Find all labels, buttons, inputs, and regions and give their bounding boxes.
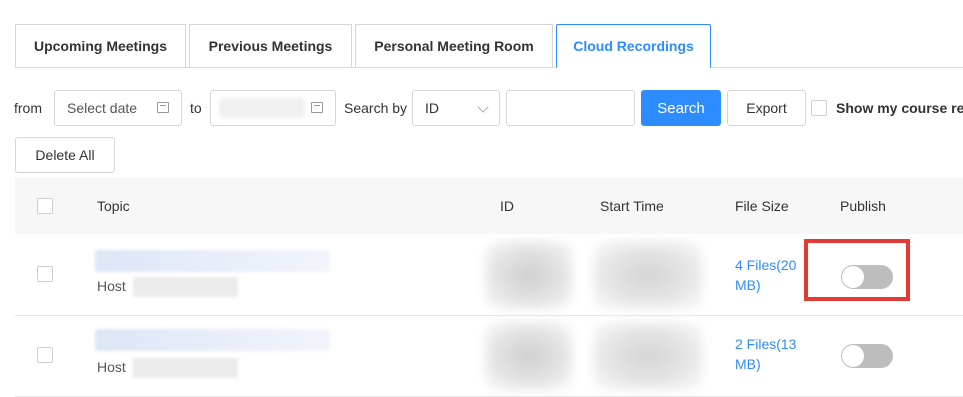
meeting-id xyxy=(485,241,573,309)
topic-link[interactable] xyxy=(95,329,330,351)
toggle-knob xyxy=(842,345,864,367)
filter-bar: from Select date to Search by ID Search … xyxy=(0,90,963,126)
show-course-label: Show my course rec xyxy=(836,100,963,116)
publish-toggle[interactable] xyxy=(841,344,893,368)
search-by-value: ID xyxy=(425,100,439,116)
tab-upcoming-meetings[interactable]: Upcoming Meetings xyxy=(15,24,186,67)
search-by-label: Search by xyxy=(344,100,408,116)
search-button[interactable]: Search xyxy=(641,90,721,126)
file-size-link[interactable]: 4 Files(20 MB) xyxy=(735,255,815,295)
from-label: from xyxy=(14,100,42,116)
search-input[interactable] xyxy=(506,90,635,126)
tab-personal-meeting-room[interactable]: Personal Meeting Room xyxy=(355,24,553,67)
start-time xyxy=(593,322,703,390)
topic-link[interactable] xyxy=(95,250,330,272)
start-time xyxy=(593,241,703,309)
host-name xyxy=(133,358,238,378)
search-by-select[interactable]: ID xyxy=(412,90,500,126)
column-id: ID xyxy=(500,198,514,214)
chevron-down-icon xyxy=(477,101,489,113)
select-all-checkbox[interactable] xyxy=(37,198,53,214)
table-row: Host 2 Files(13 MB) xyxy=(15,316,963,397)
row-checkbox[interactable] xyxy=(37,347,53,363)
highlight-box xyxy=(804,239,910,301)
meeting-tabs: Upcoming Meetings Previous Meetings Pers… xyxy=(0,0,963,68)
to-label: to xyxy=(190,100,202,116)
tabs-divider xyxy=(15,67,963,68)
column-topic: Topic xyxy=(97,198,130,214)
row-checkbox[interactable] xyxy=(37,266,53,282)
file-size-link[interactable]: 2 Files(13 MB) xyxy=(735,334,815,374)
delete-all-button[interactable]: Delete All xyxy=(15,137,115,173)
host-name xyxy=(133,277,238,297)
tab-cloud-recordings[interactable]: Cloud Recordings xyxy=(556,24,711,68)
column-publish: Publish xyxy=(840,198,886,214)
redacted-date-value xyxy=(219,98,305,118)
meeting-id xyxy=(485,322,573,390)
calendar-icon xyxy=(157,102,169,113)
from-date-input[interactable]: Select date xyxy=(54,90,182,126)
show-course-checkbox[interactable] xyxy=(811,100,827,116)
column-file-size: File Size xyxy=(735,198,789,214)
calendar-icon xyxy=(311,102,323,113)
table-header: Topic ID Start Time File Size Publish xyxy=(15,178,963,234)
tab-previous-meetings[interactable]: Previous Meetings xyxy=(189,24,352,67)
column-start-time: Start Time xyxy=(600,198,664,214)
host-label: Host xyxy=(97,278,126,294)
export-button[interactable]: Export xyxy=(727,90,806,126)
host-label: Host xyxy=(97,359,126,375)
to-date-input[interactable] xyxy=(210,90,336,126)
from-date-placeholder: Select date xyxy=(67,100,138,116)
